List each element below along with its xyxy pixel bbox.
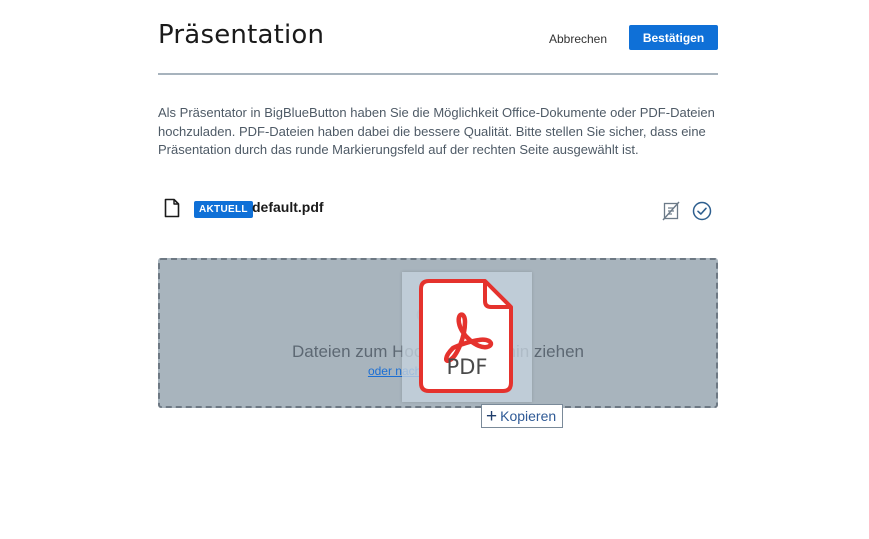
dragged-file-preview: PDF (402, 272, 532, 402)
page-title: Präsentation (158, 20, 325, 50)
file-name: default.pdf (252, 199, 324, 215)
upload-description: Als Präsentator in BigBlueButton haben S… (158, 105, 715, 157)
file-icon (164, 198, 180, 218)
plus-icon: + (486, 406, 498, 427)
current-badge: AKTUELL (194, 201, 253, 218)
confirm-button[interactable]: Bestätigen (629, 25, 718, 50)
copy-label: Kopieren (500, 408, 557, 424)
cancel-button[interactable]: Abbrechen (540, 26, 616, 52)
file-list-item: AKTUELL default.pdf (158, 196, 718, 226)
copy-drop-tooltip: + Kopieren (481, 404, 564, 428)
check-circle-icon[interactable] (691, 200, 713, 222)
download-disabled-icon[interactable] (660, 200, 682, 222)
header-divider (158, 73, 718, 75)
pdf-label: PDF (446, 355, 488, 379)
acrobat-pdf-icon (419, 279, 515, 398)
